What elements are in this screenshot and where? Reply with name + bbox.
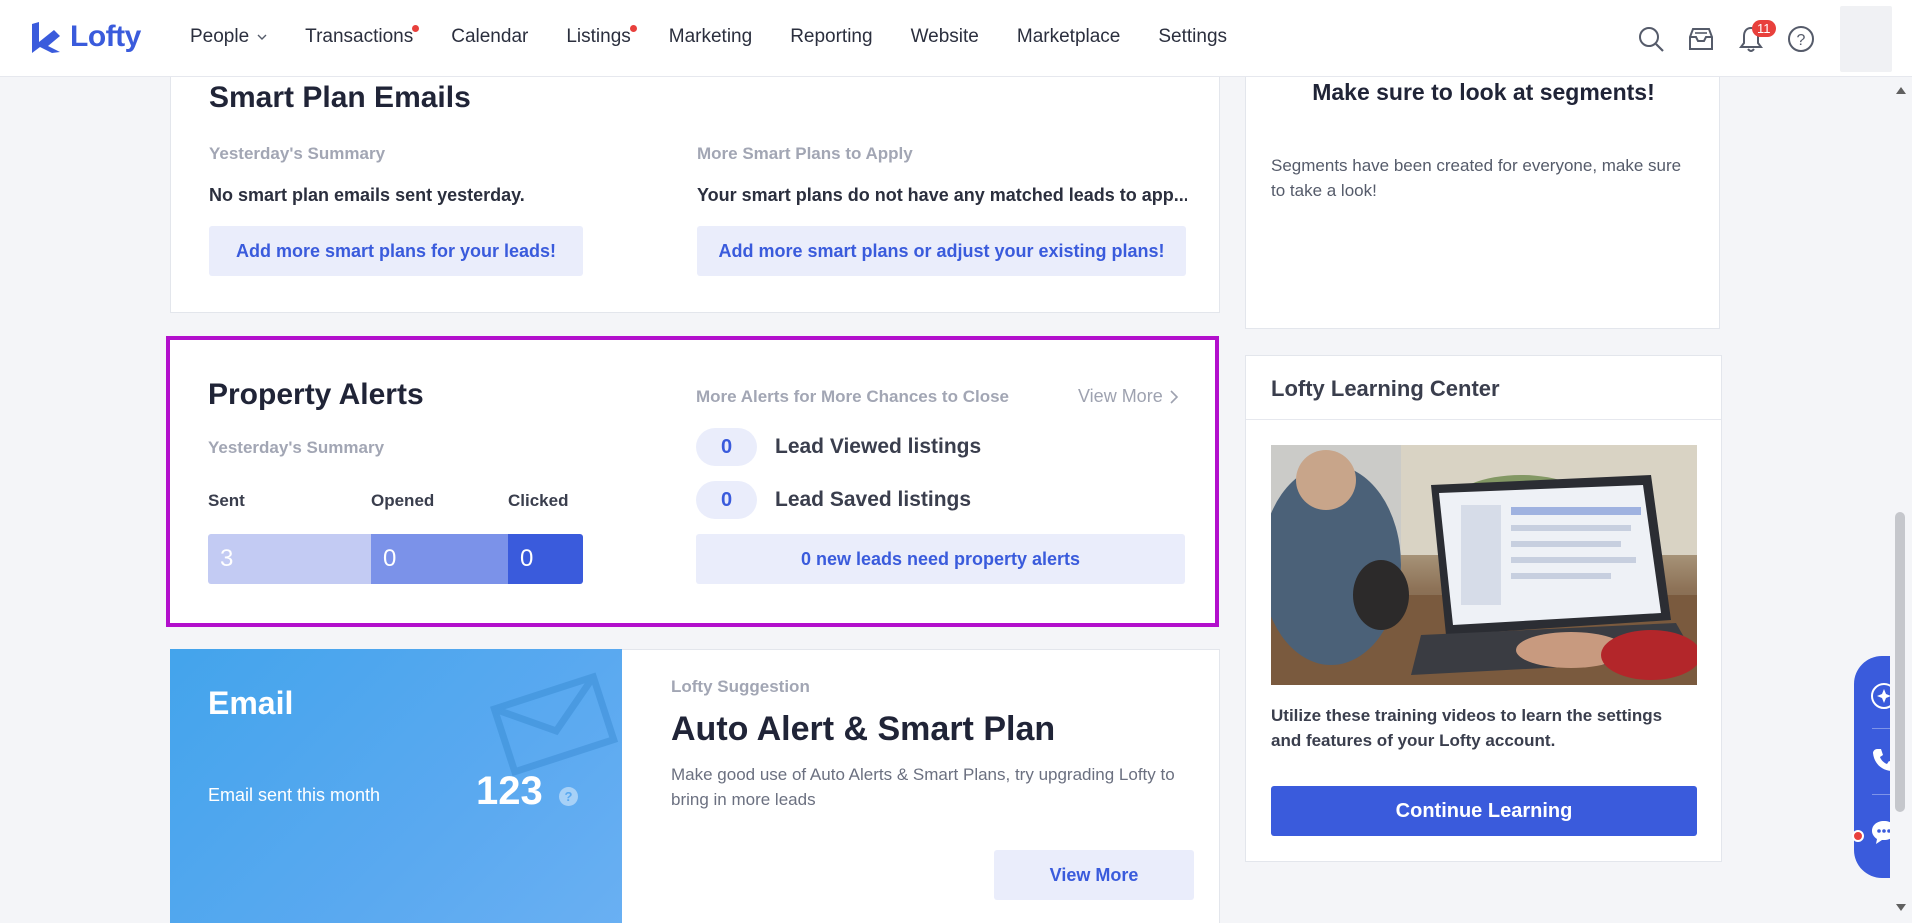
lofty-logo-icon (32, 22, 60, 53)
segments-card: Make sure to look at segments! Segments … (1245, 60, 1720, 329)
help-icon[interactable]: ? (1776, 0, 1826, 77)
envelope-icon (490, 672, 619, 777)
more-smart-plans-label: More Smart Plans to Apply (697, 144, 913, 163)
chat-unread-dot (1852, 830, 1864, 842)
clicked-bar: 0 (508, 534, 583, 584)
nav-item-website[interactable]: Website (911, 26, 979, 48)
logo-text: Lofty (70, 20, 141, 53)
more-alerts-label: More Alerts for More Chances to Close (696, 387, 1009, 406)
inbox-icon[interactable] (1676, 0, 1726, 77)
property-alerts-title: Property Alerts (208, 378, 424, 411)
scroll-up-arrow-icon[interactable] (1895, 85, 1907, 95)
email-stats-panel: Email Email sent this month 123 ? (170, 649, 622, 923)
view-more-link[interactable]: View More (1078, 386, 1179, 407)
nav-item-label: Website (910, 26, 979, 47)
svg-text:?: ? (1797, 32, 1806, 49)
adjust-smart-plans-button[interactable]: Add more smart plans or adjust your exis… (697, 226, 1186, 276)
notification-dot (629, 25, 637, 32)
continue-learning-button[interactable]: Continue Learning (1271, 786, 1697, 836)
smart-plan-emails-card: Smart Plan Emails Yesterday's Summary No… (170, 60, 1220, 313)
lead-viewed-label: Lead Viewed listings (775, 435, 982, 458)
nav-item-label: Marketplace (1016, 26, 1121, 47)
email-sent-count: 123 (476, 769, 543, 813)
learning-center-card: Lofty Learning Center Utilize these trai… (1245, 355, 1722, 862)
sent-label: Sent (208, 491, 245, 510)
lead-viewed-count: 0 (696, 428, 757, 466)
smart-plan-summary-text: No smart plan emails sent yesterday. (209, 185, 525, 205)
suggestion-label: Lofty Suggestion (671, 677, 810, 696)
search-icon[interactable] (1626, 0, 1676, 77)
learning-center-text: Utilize these training videos to learn t… (1271, 706, 1663, 750)
chevron-right-icon (1170, 389, 1178, 404)
nav-item-transactions[interactable]: Transactions (305, 25, 420, 48)
nav-item-label: People (190, 26, 250, 47)
nav-item-listings[interactable]: Listings (566, 25, 637, 48)
nav-icon-group: 11 ? (1626, 0, 1912, 77)
nav-item-label: Transactions (305, 26, 414, 47)
yesterday-summary-label: Yesterday's Summary (208, 438, 385, 457)
learning-center-title: Lofty Learning Center (1271, 376, 1500, 401)
new-leads-property-alerts-button[interactable]: 0 new leads need property alerts (696, 534, 1185, 584)
nav-item-label: Settings (1158, 26, 1228, 47)
divider (1246, 419, 1721, 420)
segments-text: Segments have been created for everyone,… (1271, 156, 1682, 200)
nav-item-label: Listings (566, 26, 631, 47)
chevron-down-icon (257, 34, 267, 40)
add-smart-plans-button[interactable]: Add more smart plans for your leads! (209, 226, 583, 276)
page-scrollbar[interactable] (1890, 77, 1912, 923)
nav-item-label: Reporting (790, 26, 873, 47)
bell-icon[interactable]: 11 (1726, 0, 1776, 77)
smart-plan-match-text: Your smart plans do not have any matched… (697, 185, 1187, 205)
email-title: Email (208, 685, 294, 721)
nav-item-people[interactable]: People (190, 26, 267, 48)
email-sent-label: Email sent this month (208, 785, 381, 805)
avatar[interactable] (1840, 5, 1892, 72)
lead-saved-label: Lead Saved listings (775, 488, 972, 511)
scrollbar-thumb[interactable] (1895, 512, 1905, 812)
scroll-down-arrow-icon[interactable] (1895, 903, 1907, 913)
suggestion-title: Auto Alert & Smart Plan (671, 710, 1056, 748)
nav-item-settings[interactable]: Settings (1158, 26, 1227, 48)
main-menu: People Transactions Calendar Listings Market… (190, 25, 1265, 48)
nav-item-label: Marketing (668, 26, 753, 47)
lead-saved-count: 0 (696, 481, 757, 519)
nav-item-reporting[interactable]: Reporting (790, 26, 872, 48)
opened-label: Opened (371, 491, 435, 510)
laptop-photo-image (1271, 445, 1697, 685)
nav-item-calendar[interactable]: Calendar (451, 26, 528, 48)
yesterday-summary-label: Yesterday's Summary (209, 144, 386, 163)
clicked-label: Clicked (508, 491, 569, 510)
notification-badge: 11 (1752, 20, 1776, 37)
nav-item-label: Calendar (451, 26, 529, 47)
top-navigation-bar: Lofty People Transactions Calendar Listings… (0, 0, 1912, 77)
notification-dot (412, 25, 420, 32)
segments-title: Make sure to look at segments! (1312, 79, 1655, 105)
view-more-button[interactable]: View More (994, 850, 1194, 900)
help-icon[interactable]: ? (559, 787, 578, 806)
suggestion-text: Make good use of Auto Alerts & Smart Pla… (671, 765, 1175, 809)
nav-item-marketing[interactable]: Marketing (669, 26, 752, 48)
opened-bar: 0 (371, 534, 508, 584)
card-title: Smart Plan Emails (209, 81, 471, 114)
sent-bar: 3 (208, 534, 371, 584)
view-more-text: View More (1078, 386, 1163, 406)
training-video-thumbnail[interactable] (1271, 445, 1697, 685)
lofty-logo[interactable]: Lofty (30, 20, 141, 54)
nav-item-marketplace[interactable]: Marketplace (1017, 26, 1121, 48)
